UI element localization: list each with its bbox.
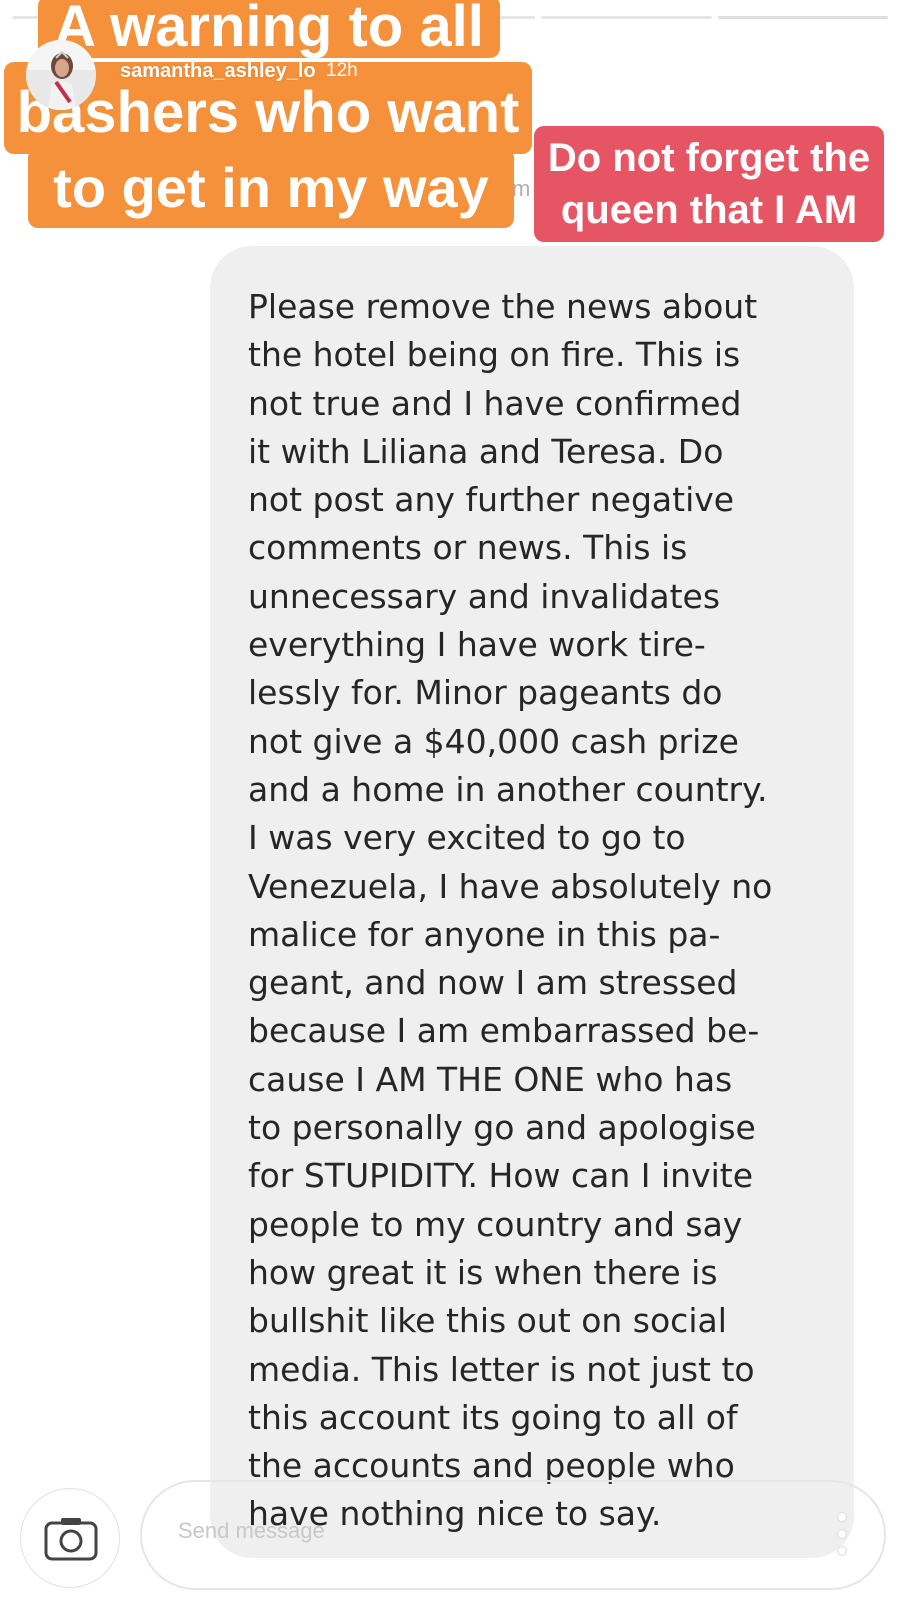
message-line: not post any further negative (248, 480, 735, 520)
message-line: to personally go and apologise (248, 1108, 756, 1148)
sticker-text: Do not forget the (547, 136, 871, 180)
message-line: unnecessary and invalidates (248, 576, 721, 616)
queen-sticker: Do not forget the queen that I AM (534, 126, 884, 242)
message-line: everything I have work tire- (248, 625, 706, 665)
message-line: how great it is when there is (248, 1252, 718, 1292)
message-line: comments or news. This is (248, 528, 688, 568)
more-options-icon[interactable] (836, 1512, 848, 1558)
message-line: geant, and now I am stressed (248, 963, 738, 1003)
progress-segment (541, 16, 712, 19)
sticker-text: queen that I AM (560, 188, 858, 232)
profile-photo (26, 40, 96, 110)
message-line: cause I AM THE ONE who has (248, 1059, 733, 1099)
message-line: because I am embarrassed be- (248, 1011, 760, 1051)
message-line: malice for anyone in this pa- (248, 914, 721, 954)
progress-segment (717, 16, 889, 19)
message-line: and a home in another country. (248, 769, 768, 809)
send-message-input[interactable]: Send message (140, 1480, 886, 1590)
message-line: lessly for. Minor pageants do (248, 673, 723, 713)
message-line: for STUPIDITY. How can I invite (248, 1156, 754, 1196)
story-timestamp: 12h (326, 60, 358, 81)
message-line: people to my country and say (248, 1204, 743, 1244)
message-line: not give a $40,000 cash prize (248, 721, 739, 761)
warning-sticker-line-3: to get in my way (28, 148, 514, 228)
warning-sticker-line-1: A warning to all (38, 0, 500, 58)
avatar[interactable] (26, 40, 96, 110)
camera-button[interactable] (20, 1488, 120, 1588)
sticker-text: to get in my way (53, 156, 489, 219)
camera-icon (44, 1518, 98, 1561)
message-line: bullshit like this out on social (248, 1301, 727, 1341)
message-line: Please remove the news about (248, 287, 758, 326)
message-text: Please remove the news about the hotel be… (248, 283, 838, 1539)
message-line: not true and I have confirmed (248, 383, 742, 423)
message-line: it with Liliana and Teresa. Do (248, 431, 724, 471)
message-line: media. This letter is not just to (248, 1349, 755, 1389)
story-username[interactable]: samantha_ashley_lo (120, 60, 316, 83)
sticker-text: A warning to all (54, 0, 484, 59)
message-line: the hotel being on fire. This is (248, 335, 741, 375)
message-line: Venezuela, I have absolutely no (248, 866, 773, 906)
send-message-placeholder: Send message (178, 1518, 325, 1543)
partial-text: m (512, 176, 531, 201)
message-line: I was very excited to go to (248, 818, 686, 858)
message-line: this account its going to all of (248, 1397, 738, 1437)
